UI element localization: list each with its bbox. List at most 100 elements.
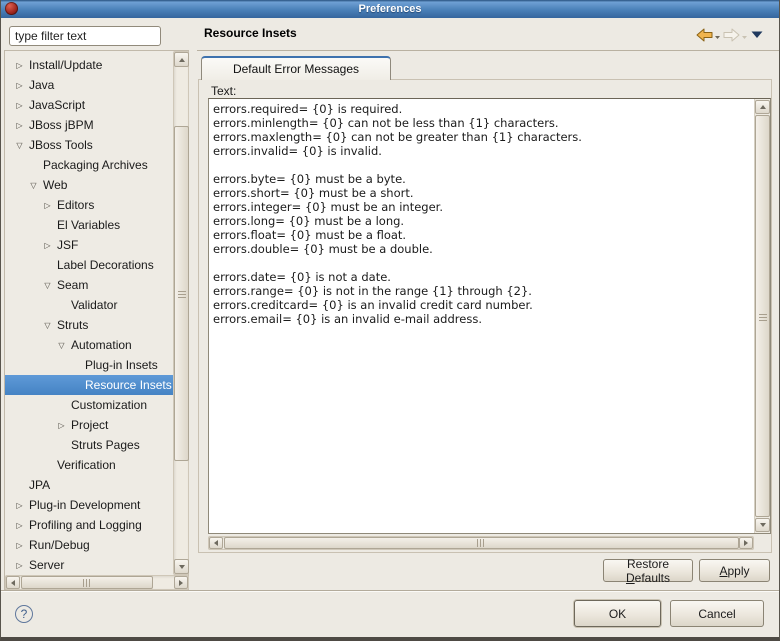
scrollbar-thumb[interactable] [755,115,770,517]
apply-button[interactable]: Apply [699,559,770,582]
down-arrow-icon [760,523,766,527]
scroll-down-button[interactable] [755,518,770,532]
tree-item-label: Validator [71,298,117,312]
tree-rows: ▷Install/Update▷Java▷JavaScript▷JBoss jB… [5,51,173,575]
back-button[interactable] [696,28,721,42]
tree-item-label: Install/Update [29,58,102,72]
tree-item-label: Server [29,558,64,572]
tree-item-server[interactable]: ▷Server [5,555,173,575]
collapse-arrow-icon[interactable]: ▽ [41,281,54,290]
expand-arrow-icon[interactable]: ▷ [13,101,26,110]
tree-item-label: JavaScript [29,98,85,112]
tree-item-label: Verification [57,458,116,472]
collapse-arrow-icon[interactable]: ▽ [27,181,40,190]
tree-item-run-debug[interactable]: ▷Run/Debug [5,535,173,555]
error-messages-textarea[interactable]: errors.required= {0} is required. errors… [208,98,771,534]
forward-button[interactable] [723,28,748,42]
cancel-button[interactable]: Cancel [670,600,764,627]
tree-item-label: Plug-in Insets [85,358,158,372]
scrollbar-thumb[interactable] [21,576,153,589]
tree-item-label: JSF [57,238,78,252]
help-icon: ? [21,607,28,621]
tree-item-verification[interactable]: Verification [5,455,173,475]
collapse-arrow-icon[interactable]: ▽ [13,141,26,150]
tree-item-label: JBoss Tools [29,138,93,152]
tree-item-jboss-tools[interactable]: ▽JBoss Tools [5,135,173,155]
scroll-up-button[interactable] [174,52,189,67]
expand-arrow-icon[interactable]: ▷ [13,121,26,130]
tree-item-struts-pages[interactable]: Struts Pages [5,435,173,455]
tree-vertical-scrollbar[interactable] [173,51,189,575]
back-dropdown-chevron-icon [714,35,721,40]
tree-item-plug-in-development[interactable]: ▷Plug-in Development [5,495,173,515]
tree-item-plug-in-insets[interactable]: Plug-in Insets [5,355,173,375]
tree-horizontal-scrollbar[interactable] [5,575,189,590]
header-separator [197,50,780,51]
window-icon [5,2,18,15]
expand-arrow-icon[interactable]: ▷ [13,561,26,570]
scrollbar-thumb[interactable] [174,126,189,461]
thumb-grip [759,312,767,321]
help-button[interactable]: ? [15,605,33,623]
view-menu-button[interactable] [751,31,763,39]
expand-arrow-icon[interactable]: ▷ [13,521,26,530]
tab-default-error-messages[interactable]: Default Error Messages [201,56,391,80]
scrollbar-thumb[interactable] [224,537,739,549]
tree-item-jsf[interactable]: ▷JSF [5,235,173,255]
expand-arrow-icon[interactable]: ▷ [13,501,26,510]
back-arrow-icon [696,28,713,42]
down-arrow-icon [179,565,185,569]
textarea-vertical-scrollbar[interactable] [754,99,770,533]
tree-item-struts[interactable]: ▽Struts [5,315,173,335]
tree-item-el-variables[interactable]: El Variables [5,215,173,235]
scroll-up-button[interactable] [755,100,770,114]
tree-item-label: Packaging Archives [43,158,148,172]
tree-item-project[interactable]: ▷Project [5,415,173,435]
up-arrow-icon [760,105,766,109]
tree-item-packaging-archives[interactable]: Packaging Archives [5,155,173,175]
tree-item-label: Resource Insets [85,378,172,392]
tree-item-jpa[interactable]: JPA [5,475,173,495]
tree-item-editors[interactable]: ▷Editors [5,195,173,215]
expand-arrow-icon[interactable]: ▷ [41,241,54,250]
tree-item-label-decorations[interactable]: Label Decorations [5,255,173,275]
tree-item-label: JPA [29,478,50,492]
collapse-arrow-icon[interactable]: ▽ [41,321,54,330]
left-arrow-icon [214,540,218,546]
textarea-horizontal-scrollbar[interactable] [208,536,754,550]
error-messages-text[interactable]: errors.required= {0} is required. errors… [213,102,752,531]
forward-arrow-icon [723,28,740,42]
scroll-right-button[interactable] [174,576,188,589]
filter-input[interactable] [9,26,161,46]
tree-item-label: Run/Debug [29,538,90,552]
tree-item-jboss-jbpm[interactable]: ▷JBoss jBPM [5,115,173,135]
tree-item-customization[interactable]: Customization [5,395,173,415]
scroll-left-button[interactable] [6,576,20,589]
expand-arrow-icon[interactable]: ▷ [13,81,26,90]
tree-item-java[interactable]: ▷Java [5,75,173,95]
ok-button[interactable]: OK [574,600,661,627]
tree-item-web[interactable]: ▽Web [5,175,173,195]
tree-item-install-update[interactable]: ▷Install/Update [5,55,173,75]
up-arrow-icon [179,58,185,62]
expand-arrow-icon[interactable]: ▷ [55,421,68,430]
scroll-left-button[interactable] [209,537,223,549]
tree-item-label: Web [43,178,67,192]
tree-item-seam[interactable]: ▽Seam [5,275,173,295]
scroll-right-button[interactable] [739,537,753,549]
right-arrow-icon [744,540,748,546]
tree-item-javascript[interactable]: ▷JavaScript [5,95,173,115]
tree-item-resource-insets[interactable]: Resource Insets [5,375,173,395]
collapse-arrow-icon[interactable]: ▽ [55,341,68,350]
tree-item-validator[interactable]: Validator [5,295,173,315]
tree-item-automation[interactable]: ▽Automation [5,335,173,355]
expand-arrow-icon[interactable]: ▷ [41,201,54,210]
tree-item-label: Seam [57,278,88,292]
tree-item-profiling-and-logging[interactable]: ▷Profiling and Logging [5,515,173,535]
restore-defaults-button[interactable]: Restore Defaults [603,559,693,582]
expand-arrow-icon[interactable]: ▷ [13,541,26,550]
tree-item-label: Automation [71,338,132,352]
expand-arrow-icon[interactable]: ▷ [13,61,26,70]
titlebar[interactable]: Preferences [1,0,779,18]
scroll-down-button[interactable] [174,559,189,574]
